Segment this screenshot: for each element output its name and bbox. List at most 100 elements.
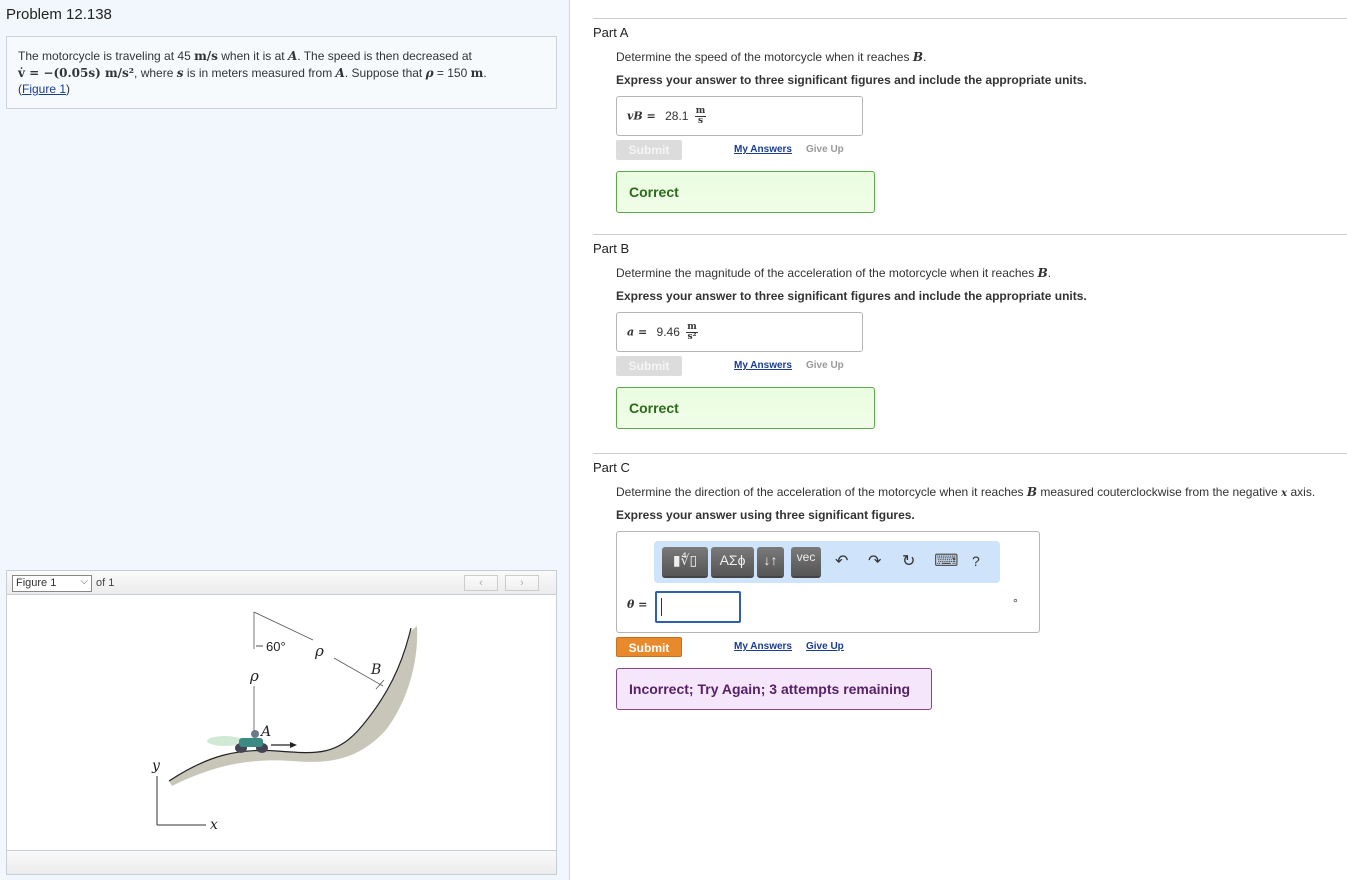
- radius-line-b: [253, 611, 314, 641]
- part-b: Part B Determine the magnitude of the ac…: [593, 234, 1347, 429]
- question-text: measured couterclockwise from the negati…: [1037, 485, 1282, 499]
- answer-box: vB = 28.1 ms: [616, 96, 863, 136]
- my-answers-link[interactable]: My Answers: [734, 144, 792, 155]
- action-row: Submit My Answers Give Up: [616, 637, 1347, 659]
- degree-unit: °: [1013, 596, 1018, 610]
- action-row: Submit My Answers Give Up: [616, 356, 1347, 378]
- unit-m: m: [470, 65, 484, 80]
- arrows-button[interactable]: ↓↑: [757, 547, 784, 576]
- intro-text: The motorcycle is traveling at 45: [18, 49, 195, 63]
- instruction: Express your answer using three signific…: [616, 508, 915, 522]
- give-up-link[interactable]: Give Up: [806, 360, 844, 371]
- question-text: Determine the magnitude of the accelerat…: [616, 266, 1038, 280]
- figure-select-value: Figure 1: [16, 577, 57, 589]
- templates-button[interactable]: ▮∜▯: [662, 547, 708, 576]
- arrows-icon: ↓↑: [763, 552, 778, 568]
- instruction: Express your answer to three significant…: [616, 73, 1087, 87]
- give-up-link[interactable]: Give Up: [806, 144, 844, 155]
- b-tick: [375, 679, 385, 690]
- problem-statement: The motorcycle is traveling at 45 m/s wh…: [6, 36, 557, 109]
- keyboard-icon[interactable]: ⌨: [934, 551, 959, 571]
- y-axis-label: y: [151, 758, 161, 774]
- arrowhead-icon: [290, 742, 297, 748]
- point-a-label: A: [259, 724, 271, 740]
- answer-label: vB =: [627, 109, 656, 123]
- part-c: Part C Determine the direction of the ac…: [593, 453, 1347, 710]
- problem-panel: Problem 12.138 The motorcycle is traveli…: [0, 0, 570, 880]
- question-text: Determine the direction of the accelerat…: [616, 485, 1027, 499]
- question-text: Determine the speed of the motorcycle wh…: [616, 50, 913, 64]
- answer-value: 28.1: [665, 108, 689, 123]
- figure-link[interactable]: Figure 1: [22, 82, 66, 96]
- answer-value: 9.46: [656, 324, 680, 339]
- figure-toolbar: Figure 1 ⌵ of 1 ‹ ›: [7, 571, 556, 595]
- figure-diagram: 60° ρ ρ B A y x: [151, 611, 418, 833]
- figure-footer: [7, 850, 556, 874]
- next-figure-button[interactable]: ›: [505, 575, 539, 591]
- answer-box: a = 9.46 m s²: [616, 312, 863, 352]
- vec-button[interactable]: vec: [791, 547, 821, 576]
- answer-label: θ =: [627, 598, 648, 611]
- question: Determine the direction of the accelerat…: [616, 485, 1347, 499]
- question: Determine the speed of the motorcycle wh…: [616, 50, 1347, 64]
- feedback-correct: Correct: [616, 387, 875, 429]
- my-answers-link[interactable]: My Answers: [734, 641, 792, 652]
- unit-fraction: m s²: [686, 323, 698, 342]
- divider: [593, 234, 1347, 235]
- redo-icon[interactable]: ↷: [868, 551, 881, 571]
- undo-icon[interactable]: ↶: [835, 551, 848, 571]
- accel-expression: v̇ = −(0.05s) m/s²: [18, 65, 135, 80]
- question-text: axis.: [1287, 485, 1316, 499]
- parts-panel: Part A Determine the speed of the motorc…: [571, 0, 1347, 880]
- question-text: .: [922, 50, 927, 64]
- road-shadow: [169, 626, 418, 786]
- submit-button[interactable]: Submit: [616, 140, 682, 160]
- chevron-down-icon: ⌵: [80, 576, 88, 587]
- rho-symbol: ρ: [425, 65, 434, 80]
- greek-button[interactable]: ΑΣϕ: [711, 547, 754, 576]
- help-icon[interactable]: ?: [972, 553, 980, 569]
- intro-text: . The speed is then decreased at: [297, 49, 472, 63]
- figure-count: of 1: [96, 577, 115, 589]
- intro-text: .: [483, 65, 487, 80]
- point-a: A: [335, 65, 345, 80]
- feedback-correct: Correct: [616, 171, 875, 213]
- math-answer-box: ▮∜▯ ΑΣϕ ↓↑ vec ↶ ↷ ↻ ⌨ ? θ = °: [616, 531, 1040, 633]
- submit-button[interactable]: Submit: [616, 356, 682, 376]
- figure-viewer: Figure 1 ⌵ of 1 ‹ › 60° ρ ρ B A y x: [6, 570, 557, 875]
- theta-input[interactable]: [655, 591, 741, 623]
- point-a: A: [287, 49, 298, 63]
- templates-icon: ▮∜▯: [672, 552, 698, 568]
- unit-fraction: ms: [694, 107, 707, 126]
- unit-denominator: s: [698, 116, 704, 126]
- var-b: B: [912, 50, 923, 64]
- problem-title: Problem 12.138: [6, 6, 112, 23]
- greek-icon: ΑΣϕ: [719, 552, 746, 568]
- question: Determine the magnitude of the accelerat…: [616, 266, 1347, 280]
- prev-figure-button[interactable]: ‹: [464, 575, 498, 591]
- intro-text: is in meters measured from: [183, 65, 336, 80]
- reset-icon[interactable]: ↻: [902, 551, 915, 571]
- divider: [593, 453, 1347, 454]
- feedback-incorrect: Incorrect; Try Again; 3 attempts remaini…: [616, 668, 932, 710]
- x-axis-label: x: [210, 817, 218, 833]
- var-s: s: [176, 65, 184, 80]
- paren: ): [66, 82, 71, 96]
- unit-ms: m/s: [194, 49, 218, 63]
- instruction: Express your answer to three significant…: [616, 289, 1087, 303]
- answer-label: a =: [627, 325, 648, 339]
- vec-icon: vec: [796, 550, 816, 564]
- angle-label: 60°: [266, 639, 286, 654]
- part-title: Part B: [593, 241, 630, 256]
- text-caret: [661, 598, 662, 616]
- chevron-left-icon: ‹: [479, 577, 483, 589]
- part-title: Part C: [593, 460, 630, 475]
- submit-button[interactable]: Submit: [616, 637, 682, 657]
- action-row: Submit My Answers Give Up: [616, 140, 1347, 162]
- intro-text: when it is at: [217, 49, 288, 63]
- figure-select[interactable]: Figure 1 ⌵: [12, 575, 92, 592]
- intro-text: . Suppose that: [344, 65, 426, 80]
- give-up-link[interactable]: Give Up: [806, 641, 844, 652]
- my-answers-link[interactable]: My Answers: [734, 360, 792, 371]
- intro-text: = 150: [433, 65, 471, 80]
